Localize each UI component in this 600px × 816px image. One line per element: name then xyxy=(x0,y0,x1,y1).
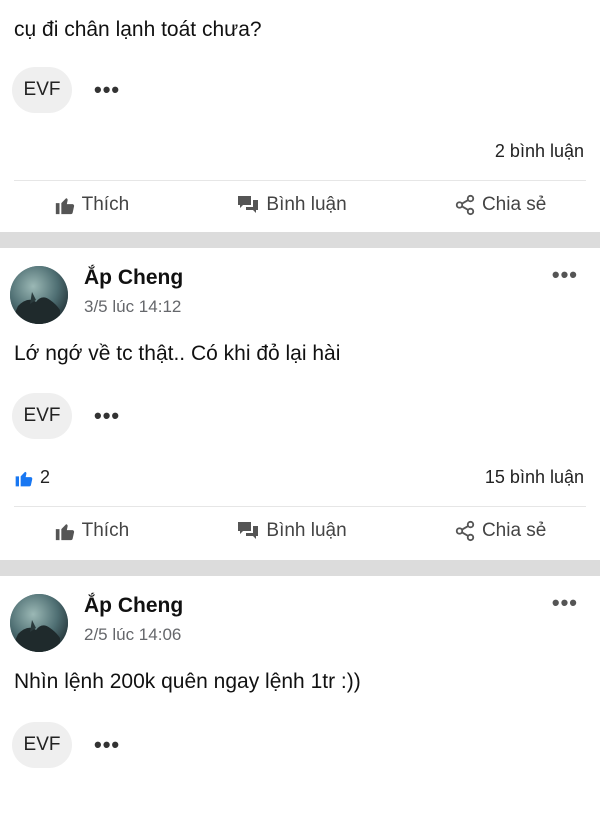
avatar[interactable] xyxy=(10,594,68,652)
topic-tag[interactable]: EVF xyxy=(12,722,72,768)
comment-count[interactable]: 2 bình luận xyxy=(495,141,584,162)
divider xyxy=(14,506,586,507)
comment-label: Bình luận xyxy=(266,194,347,215)
like-button[interactable]: Thích xyxy=(54,194,130,216)
share-label: Chia sẻ xyxy=(481,520,547,541)
post-time[interactable]: 2/5 lúc 14:06 xyxy=(84,625,181,645)
post-stats: 2 15 bình luận xyxy=(14,467,584,488)
post-content: Nhìn lệnh 200k quên ngay lệnh 1tr :)) xyxy=(14,670,361,693)
share-label: Chia sẻ xyxy=(481,194,547,215)
share-icon xyxy=(455,194,475,216)
more-dots-icon[interactable]: ••• xyxy=(94,732,120,758)
tag-row: EVF ••• xyxy=(12,393,120,439)
tag-row: EVF ••• xyxy=(12,722,120,768)
divider xyxy=(14,180,586,181)
speech-bubbles-icon xyxy=(238,196,259,213)
action-bar: Thích Bình luận Chia sẻ xyxy=(0,520,600,542)
post-3: Ắp Cheng 2/5 lúc 14:06 ••• Nhìn lệnh 200… xyxy=(0,576,600,816)
action-bar: Thích Bình luận Chia sẻ xyxy=(0,194,600,216)
more-options-icon[interactable]: ••• xyxy=(552,262,578,288)
like-count[interactable]: 2 xyxy=(14,467,50,488)
avatar[interactable] xyxy=(10,266,68,324)
share-icon xyxy=(455,520,475,542)
topic-tag[interactable]: EVF xyxy=(12,393,72,439)
more-options-icon[interactable]: ••• xyxy=(552,590,578,616)
post-2: Ắp Cheng 3/5 lúc 14:12 ••• Lớ ngớ về tc … xyxy=(0,248,600,560)
like-label: Thích xyxy=(81,194,130,215)
post-separator xyxy=(0,232,600,248)
comment-count[interactable]: 15 bình luận xyxy=(485,467,584,488)
post-content: Lớ ngớ về tc thật.. Có khi đỏ lại hài xyxy=(14,342,341,365)
author-name[interactable]: Ắp Cheng xyxy=(84,594,183,618)
like-reaction-icon xyxy=(15,471,33,486)
topic-tag[interactable]: EVF xyxy=(12,67,72,113)
share-button[interactable]: Chia sẻ xyxy=(454,520,546,542)
post-1: cụ đi chân lạnh toát chưa? EVF ••• 2 bìn… xyxy=(0,0,600,232)
post-content: cụ đi chân lạnh toát chưa? xyxy=(14,18,262,41)
speech-bubbles-icon xyxy=(238,522,259,539)
author-name[interactable]: Ắp Cheng xyxy=(84,266,183,290)
thumbs-up-icon xyxy=(55,198,74,215)
like-count-value: 2 xyxy=(40,467,51,487)
post-time[interactable]: 3/5 lúc 14:12 xyxy=(84,297,181,317)
like-label: Thích xyxy=(81,520,130,541)
tag-row: EVF ••• xyxy=(12,67,120,113)
share-button[interactable]: Chia sẻ xyxy=(454,194,546,216)
comment-label: Bình luận xyxy=(266,520,347,541)
more-dots-icon[interactable]: ••• xyxy=(94,77,120,103)
comment-button[interactable]: Bình luận xyxy=(236,520,347,542)
post-stats: 2 bình luận xyxy=(14,141,584,162)
more-dots-icon[interactable]: ••• xyxy=(94,403,120,429)
post-separator xyxy=(0,560,600,576)
comment-button[interactable]: Bình luận xyxy=(236,194,347,216)
like-button[interactable]: Thích xyxy=(54,520,130,542)
thumbs-up-icon xyxy=(55,524,74,541)
